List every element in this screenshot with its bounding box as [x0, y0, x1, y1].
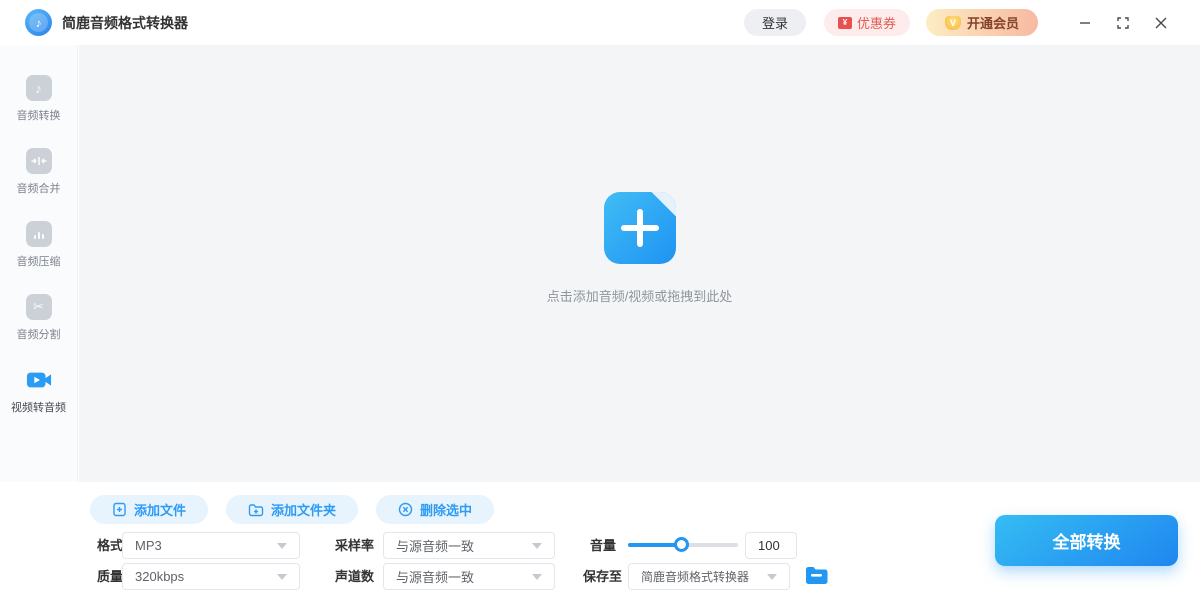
quality-select[interactable]: 320kbps: [122, 563, 300, 590]
add-file-plus-icon[interactable]: [603, 192, 676, 264]
app-logo-icon: ♪: [25, 9, 52, 36]
convert-all-button[interactable]: 全部转换: [995, 515, 1178, 566]
channels-select[interactable]: 与源音频一致: [383, 563, 555, 590]
minimize-button[interactable]: [1066, 8, 1104, 38]
merge-icon: [25, 148, 52, 174]
chevron-down-icon: [277, 542, 287, 549]
file-plus-icon: [113, 502, 126, 517]
folder-plus-icon: [248, 503, 264, 516]
sample-rate-label: 采样率: [335, 538, 375, 553]
volume-label: 音量: [590, 538, 617, 553]
vip-crown-icon: V: [944, 15, 961, 30]
chevron-down-icon: [532, 573, 542, 580]
file-drop-zone[interactable]: 点击添加音频/视频或拖拽到此处: [79, 45, 1200, 482]
save-to-select[interactable]: 简鹿音频格式转换器: [628, 563, 790, 590]
chevron-down-icon: [767, 573, 777, 580]
channels-label: 声道数: [335, 569, 375, 584]
volume-slider[interactable]: [628, 537, 738, 552]
sidebar-item-audio-compress[interactable]: 音频压缩: [17, 221, 61, 269]
compress-icon: [25, 221, 52, 247]
sample-rate-select[interactable]: 与源音频一致: [383, 532, 555, 559]
titlebar: ♪ 简鹿音频格式转换器 登录 ¥ 优惠券 V 开通会员: [0, 0, 1200, 45]
close-icon: [1155, 17, 1167, 28]
music-note-icon: ♪: [25, 75, 52, 101]
folder-icon: [806, 567, 828, 584]
volume-value-input[interactable]: 100: [745, 532, 797, 559]
coupon-button[interactable]: ¥ 优惠券: [824, 9, 910, 36]
sidebar: ♪ 音频转换 音频合并 音频压缩 ✂ 音频分割 视频转音频: [0, 45, 78, 482]
sidebar-item-audio-split[interactable]: ✂ 音频分割: [17, 294, 61, 342]
app-title: 简鹿音频格式转换器: [62, 14, 188, 31]
chevron-down-icon: [532, 542, 542, 549]
drop-zone-hint: 点击添加音频/视频或拖拽到此处: [546, 289, 733, 304]
maximize-button[interactable]: [1104, 8, 1142, 38]
sidebar-item-video-to-audio[interactable]: 视频转音频: [11, 367, 66, 415]
login-button[interactable]: 登录: [744, 9, 806, 36]
sidebar-item-audio-merge[interactable]: 音频合并: [17, 148, 61, 196]
add-folder-button[interactable]: 添加文件夹: [226, 495, 359, 524]
format-select[interactable]: MP3: [122, 532, 300, 559]
remove-circle-icon: [398, 502, 413, 517]
add-file-button[interactable]: 添加文件: [90, 495, 209, 524]
quality-label: 质量: [97, 569, 124, 584]
format-label: 格式: [97, 538, 124, 553]
coupon-ticket-icon: ¥: [837, 16, 852, 29]
scissors-icon: ✂: [25, 294, 52, 320]
vip-membership-button[interactable]: V 开通会员: [926, 9, 1038, 36]
slider-thumb[interactable]: [673, 537, 689, 552]
sidebar-item-audio-convert[interactable]: ♪ 音频转换: [17, 75, 61, 123]
video-camera-icon: [26, 367, 52, 393]
close-button[interactable]: [1142, 8, 1180, 38]
save-to-label: 保存至: [583, 569, 623, 584]
browse-folder-button[interactable]: [805, 566, 828, 590]
minimize-icon: [1080, 21, 1090, 24]
delete-selected-button[interactable]: 删除选中: [376, 495, 495, 524]
maximize-icon: [1117, 16, 1129, 29]
chevron-down-icon: [277, 573, 287, 580]
